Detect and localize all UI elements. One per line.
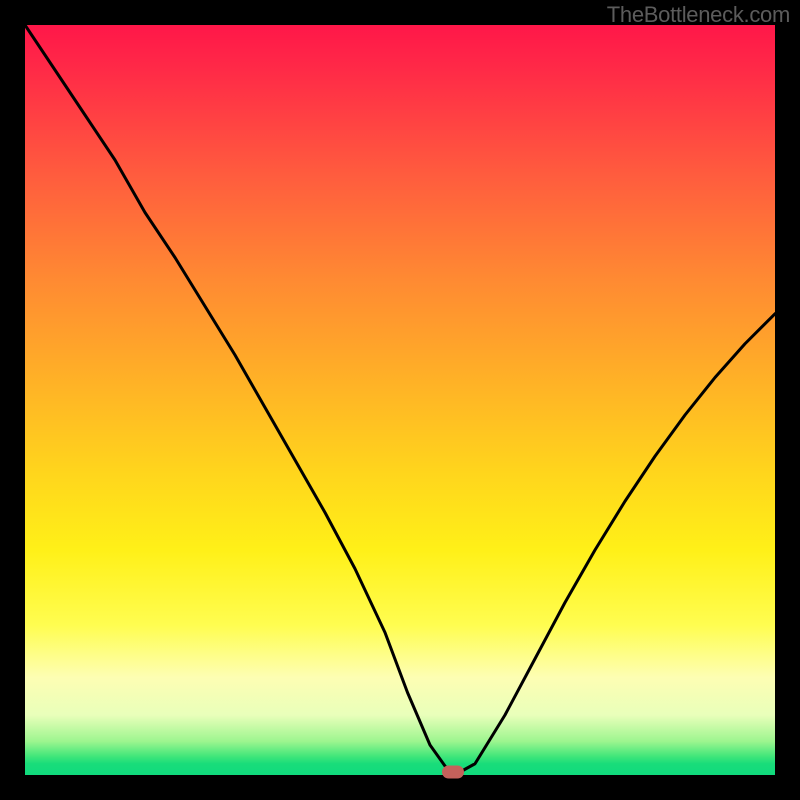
plot-area bbox=[25, 25, 775, 775]
curve-layer bbox=[25, 25, 775, 775]
watermark-text: TheBottleneck.com bbox=[607, 2, 790, 28]
optimal-point-marker bbox=[442, 766, 464, 779]
chart-container: TheBottleneck.com bbox=[0, 0, 800, 800]
bottleneck-curve-path bbox=[25, 25, 775, 772]
